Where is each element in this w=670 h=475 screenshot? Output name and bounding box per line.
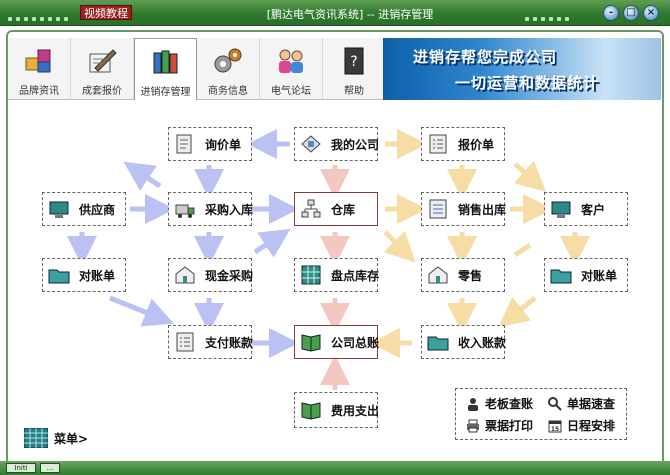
node-label: 供应商 — [79, 202, 116, 217]
list-icon — [429, 199, 447, 219]
ledger-book-icon — [301, 334, 321, 352]
node-cash-purchase[interactable]: 现金采购 — [168, 258, 254, 292]
node-supplier[interactable]: 供应商 — [42, 192, 126, 226]
node-retail[interactable]: 零售 — [421, 258, 505, 292]
arrow — [513, 160, 547, 193]
calendar-icon: 15 — [548, 420, 562, 433]
status-panel-left: Initi — [6, 463, 36, 473]
arrow — [513, 242, 532, 258]
shortcut-label: 单据速查 — [567, 397, 616, 411]
shortcut-label: 日程安排 — [567, 419, 616, 433]
folder-icon — [48, 269, 70, 284]
node-warehouse[interactable]: 仓库 — [294, 192, 378, 226]
boss-view-link[interactable]: 老板查账 — [466, 395, 533, 412]
status-bar: Initi ... — [0, 461, 670, 475]
node-statement-left[interactable]: 对账单 — [42, 258, 126, 292]
shortcut-panel: 老板查账 单据速查 票据打印 15 日程安排 — [455, 388, 627, 440]
node-quotation[interactable]: 报价单 — [421, 127, 505, 161]
schedule-link[interactable]: 15 日程安排 — [548, 417, 615, 434]
node-label: 报价单 — [458, 137, 495, 152]
monitor-icon — [551, 201, 571, 218]
shortcut-label: 老板查账 — [485, 397, 534, 411]
house-icon — [428, 266, 448, 284]
menu-button[interactable]: 菜单> — [24, 428, 88, 448]
folder-icon — [550, 269, 572, 284]
node-purchase-in[interactable]: 采购入库 — [168, 192, 254, 226]
node-label: 支付账款 — [205, 335, 254, 350]
node-label: 盘点库存 — [331, 268, 380, 283]
node-label: 零售 — [458, 268, 483, 283]
checklist-icon — [176, 332, 194, 352]
node-my-company[interactable]: 我的公司 — [294, 127, 380, 161]
arrow — [383, 230, 416, 263]
status-panel-mid: ... — [40, 463, 60, 473]
node-customer[interactable]: 客户 — [544, 192, 628, 226]
doc-search-link[interactable]: 单据速查 — [548, 395, 615, 412]
monitor-icon — [49, 201, 69, 218]
app-window: { "window": { "tag": "视频教程", "title": "[… — [0, 0, 670, 475]
node-label: 询价单 — [205, 137, 242, 152]
arrow — [498, 296, 537, 328]
print-docs-link[interactable]: 票据打印 — [466, 417, 533, 434]
svg-text:15: 15 — [551, 426, 559, 433]
menu-grid-icon — [24, 428, 48, 448]
truck-icon — [175, 204, 195, 218]
node-inquiry[interactable]: 询价单 — [168, 127, 252, 161]
arrow — [123, 161, 162, 191]
document-icon — [176, 134, 192, 154]
node-label: 费用支出 — [331, 403, 380, 418]
house-icon — [175, 266, 195, 284]
node-label: 现金采购 — [205, 268, 254, 283]
node-label: 收入账款 — [458, 335, 507, 350]
checklist-icon — [429, 134, 447, 154]
node-payment[interactable]: 支付账款 — [168, 325, 254, 359]
node-label: 对账单 — [79, 268, 116, 283]
node-sales-out[interactable]: 销售出库 — [421, 192, 507, 226]
printer-icon — [467, 419, 479, 432]
node-label: 公司总账 — [331, 335, 380, 350]
menu-label: 菜单> — [54, 431, 89, 446]
node-statement-right[interactable]: 对账单 — [544, 258, 628, 292]
company-icon — [301, 135, 321, 153]
node-receipt[interactable]: 收入账款 — [421, 325, 507, 359]
grid-icon — [301, 265, 321, 285]
arrow — [109, 295, 174, 327]
node-general-ledger[interactable]: 公司总账 — [294, 325, 380, 359]
network-icon — [301, 199, 321, 218]
shortcut-label: 票据打印 — [485, 419, 534, 433]
node-stocktake[interactable]: 盘点库存 — [294, 258, 380, 292]
node-label: 我的公司 — [331, 137, 380, 152]
ledger-book-icon — [301, 402, 321, 420]
node-label: 仓库 — [331, 202, 356, 217]
arrow — [253, 228, 291, 258]
node-label: 对账单 — [581, 268, 618, 283]
node-label: 客户 — [581, 202, 606, 217]
node-label: 采购入库 — [205, 202, 254, 217]
search-icon — [548, 396, 562, 411]
person-icon — [468, 397, 478, 411]
folder-icon — [427, 336, 449, 351]
node-expense[interactable]: 费用支出 — [294, 392, 380, 428]
node-label: 销售出库 — [458, 202, 507, 217]
